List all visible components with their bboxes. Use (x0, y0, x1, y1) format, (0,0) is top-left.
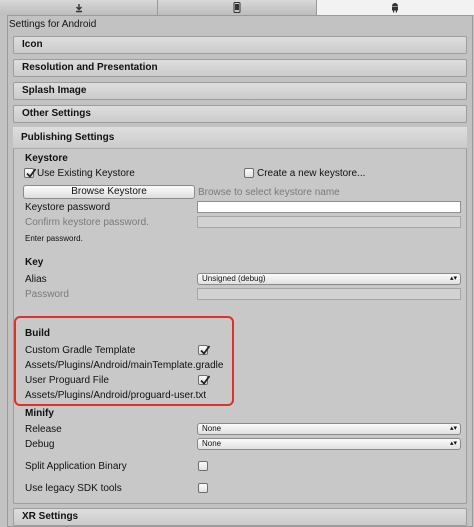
checkmark-icon (200, 345, 211, 355)
build-heading: Build (25, 328, 50, 339)
platform-tabs (0, 0, 474, 15)
checkmark-icon (200, 375, 211, 385)
release-minify-dropdown[interactable]: None ▴▾ (197, 423, 461, 435)
tab-ios[interactable] (158, 0, 317, 15)
confirm-keystore-password-label: Confirm keystore password. (25, 217, 149, 228)
gradle-template-path: Assets/Plugins/Android/mainTemplate.grad… (25, 360, 224, 371)
minify-heading: Minify (25, 408, 54, 419)
tab-android[interactable] (316, 0, 474, 15)
dropdown-arrows-icon: ▴▾ (449, 275, 457, 282)
use-existing-keystore-checkbox[interactable] (24, 168, 37, 178)
checkmark-icon (26, 168, 37, 178)
legacy-sdk-checkbox[interactable] (198, 483, 208, 493)
release-minify-value: None (202, 424, 222, 433)
keystore-heading: Keystore (25, 153, 68, 164)
user-proguard-label: User Proguard File (25, 375, 109, 386)
legacy-sdk-label: Use legacy SDK tools (25, 483, 122, 494)
section-xr-settings[interactable]: XR Settings (13, 508, 467, 526)
section-other-settings[interactable]: Other Settings (13, 105, 467, 123)
custom-gradle-label: Custom Gradle Template (25, 345, 136, 356)
proguard-file-path: Assets/Plugins/Android/proguard-user.txt (25, 390, 207, 401)
browse-keystore-hint: Browse to select keystore name (198, 187, 340, 198)
custom-gradle-checkbox[interactable] (198, 345, 211, 355)
create-new-keystore-checkbox[interactable] (244, 168, 254, 178)
split-binary-checkbox[interactable] (198, 461, 208, 471)
user-proguard-checkbox[interactable] (198, 375, 211, 385)
enter-password-note: Enter password. (25, 234, 83, 243)
split-binary-label: Split Application Binary (25, 461, 127, 472)
section-splash-image[interactable]: Splash Image (13, 82, 467, 100)
debug-minify-value: None (202, 439, 222, 448)
use-existing-keystore-label: Use Existing Keystore (37, 168, 135, 179)
alias-label: Alias (25, 274, 47, 285)
debug-label: Debug (25, 439, 55, 450)
section-publishing-settings[interactable]: Publishing Settings (13, 127, 467, 149)
dropdown-arrows-icon: ▴▾ (449, 425, 457, 432)
section-icon[interactable]: Icon (13, 36, 467, 54)
key-heading: Key (25, 257, 44, 268)
alias-dropdown[interactable]: Unsigned (debug) ▴▾ (197, 273, 461, 285)
dropdown-arrows-icon: ▴▾ (449, 440, 457, 447)
keystore-password-label: Keystore password (25, 202, 111, 213)
key-password-input[interactable] (197, 288, 461, 300)
android-icon (392, 3, 399, 13)
create-new-keystore-label: Create a new keystore... (257, 168, 366, 179)
keystore-password-input[interactable] (197, 201, 461, 213)
confirm-keystore-password-input[interactable] (197, 216, 461, 228)
key-password-label: Password (25, 289, 69, 300)
section-resolution[interactable]: Resolution and Presentation (13, 59, 467, 77)
alias-value: Unsigned (debug) (202, 274, 266, 283)
release-label: Release (25, 424, 62, 435)
tab-standalone[interactable] (0, 0, 159, 15)
browse-keystore-button[interactable]: Browse Keystore (23, 185, 195, 199)
phone-icon (233, 2, 241, 13)
download-icon (75, 3, 82, 12)
debug-minify-dropdown[interactable]: None ▴▾ (197, 438, 461, 450)
page-title: Settings for Android (9, 19, 97, 30)
